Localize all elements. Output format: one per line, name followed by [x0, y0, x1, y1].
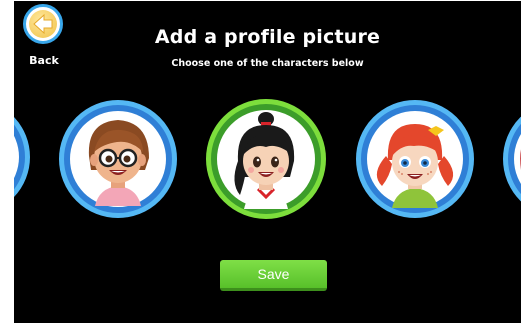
character-girl-glasses[interactable] [59, 100, 177, 218]
character-edge-left[interactable] [14, 99, 30, 215]
girl-glasses-avatar-icon [88, 120, 149, 206]
save-button[interactable]: Save [220, 260, 327, 291]
page-title: Add a profile picture [154, 26, 381, 48]
character-edge-right[interactable] [503, 100, 521, 218]
girl-ponytail-avatar-icon [234, 112, 295, 209]
edge-right-avatar-icon [520, 149, 521, 170]
girl-redhead-avatar-icon [376, 124, 454, 208]
app-screen: Back Add a profile picture Choose one of… [14, 1, 521, 323]
page-subtitle: Choose one of the characters below [171, 58, 364, 69]
character-girl-redhead[interactable] [356, 100, 474, 218]
character-girl-ponytail[interactable] [206, 99, 326, 219]
